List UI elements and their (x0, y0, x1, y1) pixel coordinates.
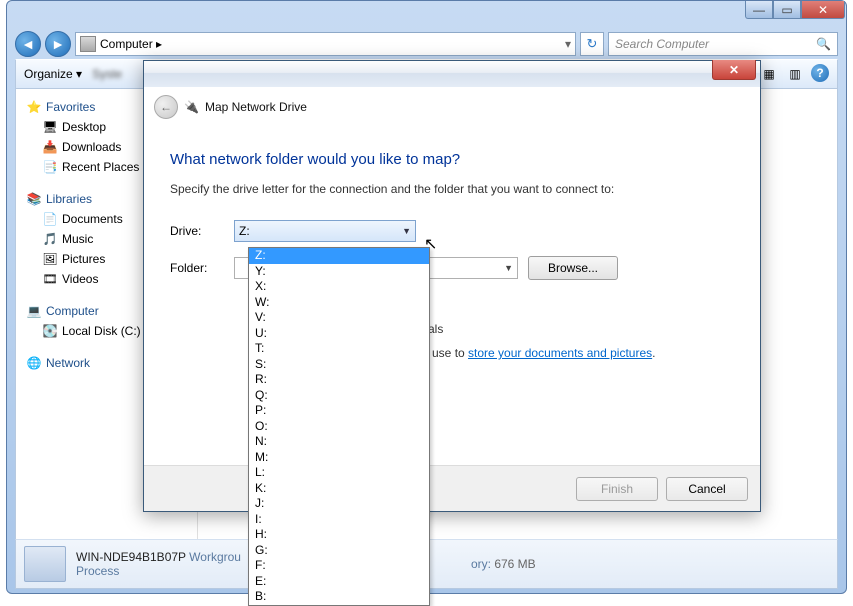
dialog-title: Map Network Drive (205, 100, 307, 114)
drive-option[interactable]: T: (249, 341, 429, 357)
organize-menu[interactable]: Organize ▾ (24, 67, 82, 81)
drive-option[interactable]: X: (249, 279, 429, 295)
star-icon: ⭐ (26, 99, 42, 115)
drive-option[interactable]: O: (249, 419, 429, 435)
documents-icon: 📄 (42, 211, 58, 227)
drive-option[interactable]: B: (249, 589, 429, 605)
preview-pane-icon[interactable]: ▥ (785, 64, 805, 84)
computer-icon (80, 36, 96, 52)
cancel-button[interactable]: Cancel (666, 477, 748, 501)
dialog-back-button[interactable]: ← (154, 95, 178, 119)
minimize-button[interactable]: — (745, 1, 773, 19)
drive-dropdown-list[interactable]: Z:Y:X:W:V:U:T:S:R:Q:P:O:N:M:L:K:J:I:H:G:… (248, 247, 430, 606)
network-icon: 🌐 (26, 355, 42, 371)
drive-value: Z: (239, 224, 402, 238)
drive-option[interactable]: V: (249, 310, 429, 326)
drive-option[interactable]: E: (249, 574, 429, 590)
forward-button[interactable]: ► (45, 31, 71, 57)
map-network-drive-dialog: ✕ ← 🔌 Map Network Drive What network fol… (143, 60, 761, 512)
finish-button[interactable]: Finish (576, 477, 658, 501)
music-icon: 🎵 (42, 231, 58, 247)
dialog-close-button[interactable]: ✕ (712, 60, 756, 80)
drive-option[interactable]: R: (249, 372, 429, 388)
link-line: n use to store your documents and pictur… (422, 346, 734, 360)
drive-option[interactable]: Q: (249, 388, 429, 404)
drive-option[interactable]: S: (249, 357, 429, 373)
downloads-icon: 📥 (42, 139, 58, 155)
computer-small-icon: 💻 (26, 303, 42, 319)
drive-option[interactable]: G: (249, 543, 429, 559)
help-icon[interactable]: ? (811, 64, 829, 82)
back-button[interactable]: ◄ (15, 31, 41, 57)
drive-option[interactable]: K: (249, 481, 429, 497)
explorer-header: ◄ ► Computer ▸ ▾ ↻ Search Computer 🔍 (15, 29, 838, 59)
address-bar[interactable]: Computer ▸ ▾ (75, 32, 576, 56)
dialog-subtitle: Specify the drive letter for the connect… (170, 182, 734, 196)
details-text: WIN-NDE94B1B07P Workgrou Process (76, 550, 241, 578)
address-text: Computer ▸ (100, 37, 561, 51)
drive-combobox[interactable]: Z: ▼ (234, 220, 416, 242)
drive-option[interactable]: H: (249, 527, 429, 543)
drive-option[interactable]: P: (249, 403, 429, 419)
chevron-down-icon: ▼ (504, 263, 513, 273)
drive-option[interactable]: Z: (249, 248, 429, 264)
drive-option[interactable]: L: (249, 465, 429, 481)
videos-icon: 🎞 (42, 271, 58, 287)
drive-label: Drive: (170, 224, 234, 238)
window-controls: — ▭ ✕ (745, 1, 845, 19)
dialog-footer: Finish Cancel (144, 465, 760, 511)
pictures-icon: 🖼 (42, 251, 58, 267)
drive-option[interactable]: I: (249, 512, 429, 528)
dialog-body: What network folder would you like to ma… (144, 127, 760, 360)
drive-option[interactable]: W: (249, 295, 429, 311)
dialog-heading: What network folder would you like to ma… (170, 151, 734, 168)
drive-option[interactable]: N: (249, 434, 429, 450)
search-icon: 🔍 (816, 37, 831, 51)
computer-large-icon (24, 546, 66, 582)
close-button[interactable]: ✕ (801, 1, 845, 19)
pc-name: WIN-NDE94B1B07P (76, 550, 186, 564)
refresh-button[interactable]: ↻ (580, 32, 604, 56)
search-placeholder: Search Computer (615, 37, 816, 51)
desktop-icon: 🖥 (42, 119, 58, 135)
chevron-down-icon: ▼ (402, 226, 411, 236)
map-drive-icon: 🔌 (184, 100, 199, 114)
drive-option[interactable]: U: (249, 326, 429, 342)
drive-option[interactable]: F: (249, 558, 429, 574)
address-dropdown-icon[interactable]: ▾ (565, 37, 571, 51)
drive-option[interactable]: M: (249, 450, 429, 466)
documents-pictures-link[interactable]: store your documents and pictures (468, 346, 652, 360)
dialog-header: ← 🔌 Map Network Drive (144, 87, 760, 127)
search-input[interactable]: Search Computer 🔍 (608, 32, 838, 56)
drive-icon: 💽 (42, 323, 58, 339)
credentials-partial-text: tials (422, 322, 734, 336)
browse-button[interactable]: Browse... (528, 256, 618, 280)
details-memory: ory: 676 MB (471, 557, 536, 571)
drive-option[interactable]: Y: (249, 264, 429, 280)
dialog-titlebar[interactable]: ✕ (144, 61, 760, 87)
drive-option[interactable]: J: (249, 496, 429, 512)
libraries-icon: 📚 (26, 191, 42, 207)
folder-label: Folder: (170, 261, 234, 275)
view-mode-icon[interactable]: ▦ (759, 64, 779, 84)
recent-icon: 📑 (42, 159, 58, 175)
maximize-button[interactable]: ▭ (773, 1, 801, 19)
toolbar-blurred: Syste (92, 67, 122, 81)
